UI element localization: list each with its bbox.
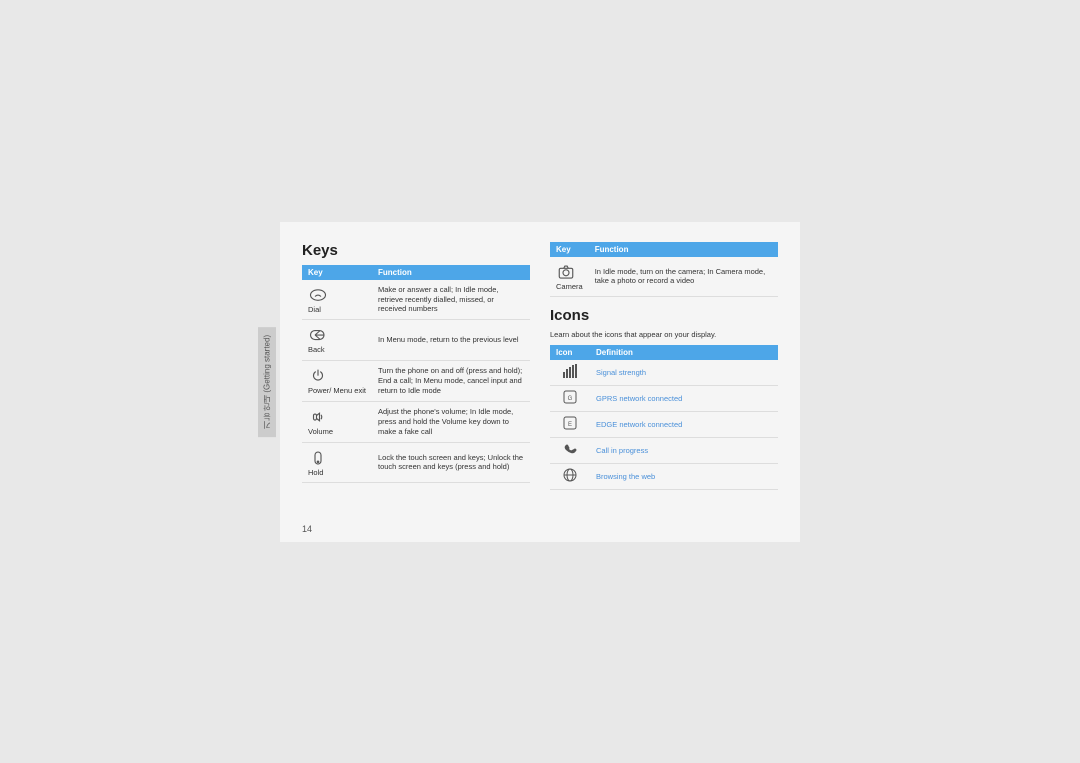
edge-icon: E xyxy=(563,422,577,433)
table-row: Dial Make or answer a call; In Idle mode… xyxy=(302,280,530,320)
key-function: In Idle mode, turn on the camera; In Cam… xyxy=(589,257,778,297)
list-item: Browsing the web xyxy=(550,464,778,490)
table-row: Back In Menu mode, return to the previou… xyxy=(302,320,530,361)
key-cell: Volume xyxy=(308,407,366,437)
icon-definition: Browsing the web xyxy=(590,464,778,490)
keys-title: Keys xyxy=(302,242,530,259)
icon-cell: G xyxy=(550,386,590,412)
left-column: Keys Key Function Dial Make or answer a … xyxy=(302,242,530,512)
svg-text:G: G xyxy=(568,396,573,402)
page-number: 14 xyxy=(302,524,312,534)
icon-definition: Signal strength xyxy=(590,360,778,386)
camera-table: Key Function Camera In Idle mode, turn o… xyxy=(550,242,778,298)
key-icon-camera xyxy=(556,262,576,282)
key-icon-dial xyxy=(308,285,328,305)
key-icon-back xyxy=(308,325,328,345)
key-cell: Power/ Menu exit xyxy=(308,366,366,396)
key-function: Lock the touch screen and keys; Unlock t… xyxy=(372,442,530,483)
gprs-icon: G xyxy=(563,396,577,407)
icon-cell: E xyxy=(550,412,590,438)
key-cell: Camera xyxy=(556,262,583,292)
svg-text:E: E xyxy=(568,422,572,428)
manual-page: 기능 안내 (Getting started) Keys Key Functio… xyxy=(280,222,800,542)
key-name: Back xyxy=(308,345,325,354)
icon-definition: EDGE network connected xyxy=(590,412,778,438)
list-item: E EDGE network connected xyxy=(550,412,778,438)
icons-table: Icon Definition Signal strength G GPRS n… xyxy=(550,345,778,490)
icon-definition: Call in progress xyxy=(590,438,778,464)
call-icon xyxy=(563,448,577,459)
icons-description: Learn about the icons that appear on you… xyxy=(550,330,778,339)
key-icon-hold xyxy=(308,448,328,468)
key-name: Camera xyxy=(556,282,583,291)
list-item: G GPRS network connected xyxy=(550,386,778,412)
list-item: Call in progress xyxy=(550,438,778,464)
icon-cell xyxy=(550,464,590,490)
icons-section: Icons Learn about the icons that appear … xyxy=(550,307,778,490)
web-icon xyxy=(563,474,577,485)
key-name: Power/ Menu exit xyxy=(308,386,366,395)
side-tab: 기능 안내 (Getting started) xyxy=(258,326,276,436)
table-row: Power/ Menu exit Turn the phone on and o… xyxy=(302,361,530,402)
key-name: Hold xyxy=(308,468,323,477)
icons-title: Icons xyxy=(550,307,778,324)
icons-col-header-definition: Definition xyxy=(590,345,778,360)
keys-table: Key Function Dial Make or answer a call;… xyxy=(302,265,530,484)
table-row: Volume Adjust the phone's volume; In Idl… xyxy=(302,401,530,442)
key-function: In Menu mode, return to the previous lev… xyxy=(372,320,530,361)
key-icon-power xyxy=(308,366,328,386)
key-cell: Hold xyxy=(308,448,366,478)
icon-cell xyxy=(550,360,590,386)
table-row: Camera In Idle mode, turn on the camera;… xyxy=(550,257,778,297)
key-name: Volume xyxy=(308,427,333,436)
key-function: Turn the phone on and off (press and hol… xyxy=(372,361,530,402)
keys-col-header-function: Function xyxy=(372,265,530,280)
icons-col-header-icon: Icon xyxy=(550,345,590,360)
table-row: Hold Lock the touch screen and keys; Unl… xyxy=(302,442,530,483)
keys-col-header-key: Key xyxy=(302,265,372,280)
icon-definition: GPRS network connected xyxy=(590,386,778,412)
camera-col-header-key: Key xyxy=(550,242,589,257)
key-cell: Dial xyxy=(308,285,366,315)
key-icon-volume xyxy=(308,407,328,427)
right-column: Key Function Camera In Idle mode, turn o… xyxy=(550,242,778,512)
signal-icon xyxy=(563,370,577,381)
key-function: Make or answer a call; In Idle mode, ret… xyxy=(372,280,530,320)
key-function: Adjust the phone's volume; In Idle mode,… xyxy=(372,401,530,442)
icon-cell xyxy=(550,438,590,464)
camera-col-header-function: Function xyxy=(589,242,778,257)
key-cell: Back xyxy=(308,325,366,355)
list-item: Signal strength xyxy=(550,360,778,386)
key-name: Dial xyxy=(308,305,321,314)
